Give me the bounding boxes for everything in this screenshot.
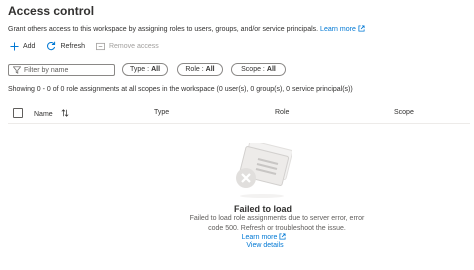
empty-state-title: Failed to load [233,204,292,214]
command-bar: Add Refresh Remove access [10,39,170,53]
scope-filter-value: All [266,66,276,73]
empty-state-message: Failed to load role assignments due to s… [189,215,365,232]
remove-access-label: Remove access [108,42,159,50]
remove-icon [96,42,105,51]
filter-icon [13,66,21,74]
learn-more-label: Learn more [320,26,356,33]
select-all-checkbox[interactable] [13,108,23,118]
role-filter-value: All [205,66,215,73]
page-title: Access control [8,4,95,18]
page-description: Grant others access to this workspace by… [8,25,365,33]
empty-learn-more-link[interactable]: Learn more [241,233,287,241]
role-filter-pill[interactable]: Role : All [177,63,223,76]
external-link-icon [279,233,286,240]
column-header-type[interactable]: Type [154,109,169,116]
column-name-label: Name [34,111,53,118]
type-filter-label: Type : [129,66,150,73]
add-button[interactable]: Add [10,41,36,51]
filter-by-name-input[interactable]: Filter by name [8,64,115,76]
external-link-icon [358,25,365,32]
description-text: Grant others access to this workspace by… [8,26,319,33]
column-header-role[interactable]: Role [275,109,289,116]
view-details-link[interactable]: View details [246,242,283,249]
refresh-icon [46,41,56,51]
filter-placeholder: Filter by name [24,66,69,74]
column-header-scope[interactable]: Scope [394,109,414,116]
refresh-label: Refresh [60,42,85,50]
sort-icon [61,109,69,117]
empty-learn-more-label: Learn more [241,234,278,241]
remove-access-button[interactable]: Remove access [96,42,159,51]
results-summary: Showing 0 - 0 of 0 role assignments at a… [8,86,353,93]
learn-more-link[interactable]: Learn more [320,25,365,33]
empty-state-details: View details [0,242,474,249]
role-filter-label: Role : [185,66,204,73]
scope-filter-pill[interactable]: Scope : All [231,63,286,76]
add-label: Add [23,42,36,50]
refresh-button[interactable]: Refresh [46,41,85,51]
empty-state-learn-more: Learn more [0,233,474,241]
scope-filter-label: Scope : [241,66,265,73]
error-illustration-icon [232,140,294,204]
column-header-name[interactable]: Name [34,109,69,118]
type-filter-value: All [151,66,161,73]
type-filter-pill[interactable]: Type : All [122,63,168,76]
plus-icon [10,41,19,51]
